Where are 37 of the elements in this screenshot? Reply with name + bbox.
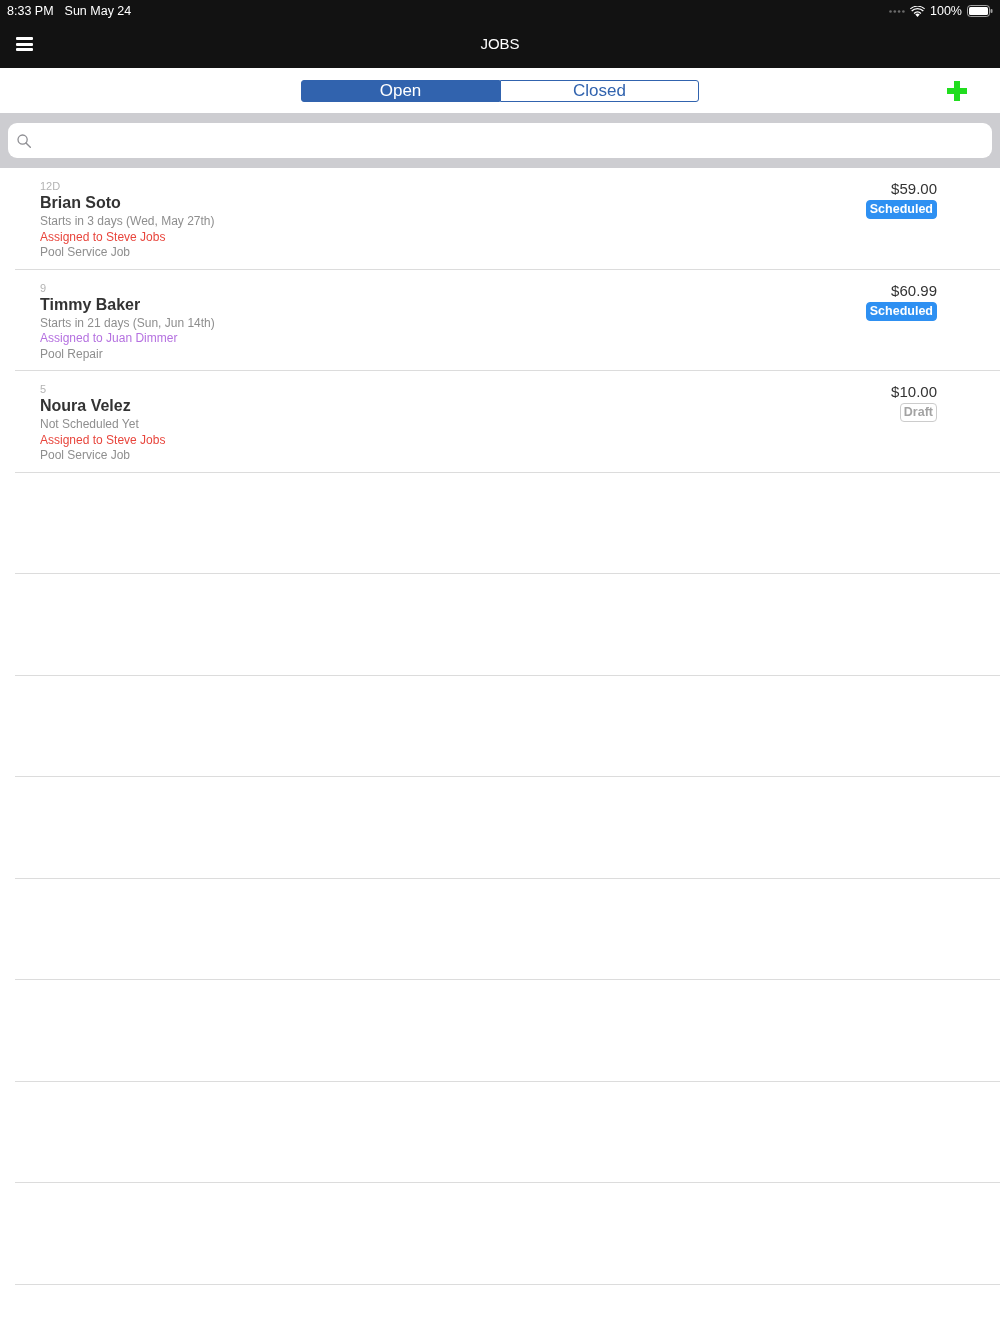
status-badge: Scheduled [865,200,937,219]
add-icon[interactable] [947,80,967,101]
job-price: $59.00 [891,180,937,198]
assignee-text: Assigned to Steve Jobs [40,432,166,448]
assignee-text: Assigned to Juan Dimmer [40,331,179,347]
status-time: 8:33 PM [7,3,54,19]
signal-dots-icon [889,9,905,13]
nav-title: JOBS [480,35,520,53]
customer-name: Brian Soto [40,193,122,213]
job-number: 12D [40,179,62,193]
job-type: Pool Repair [40,346,104,362]
schedule-text: Starts in 3 days (Wed, May 27th) [40,214,215,230]
job-row[interactable]: 9 Timmy Baker Starts in 21 days (Sun, Jun 14th) Assigned to Juan Dimmer Pool Repair $60.99 Scheduled [15,269,1000,371]
schedule-text: Starts in 21 days (Sun, Jun 14th) [40,315,215,331]
customer-name: Timmy Baker [40,294,142,315]
menu-icon[interactable] [16,37,33,51]
job-row[interactable]: 5 Noura Velez Not Scheduled Yet Assigned to Steve Jobs Pool Service Job $10.00 Draft [15,371,1000,473]
status-badge: Scheduled [865,301,937,321]
job-row[interactable]: 12D Brian Soto Starts in 3 days (Wed, May 27th) Assigned to Steve Jobs Pool Service Job $59.00 Scheduled [15,168,1000,270]
job-price: $60.99 [891,281,937,300]
customer-name: Noura Velez [40,396,132,416]
job-number: 9 [40,280,48,295]
job-type: Pool Service Job [40,448,132,464]
assignee-text: Assigned to Steve Jobs [40,229,167,245]
battery-icon [967,5,993,17]
job-type: Pool Service Job [40,245,132,261]
search-field[interactable] [8,123,992,158]
schedule-text: Not Scheduled Yet [40,417,140,433]
job-price: $10.00 [891,383,937,401]
segment-tab[interactable]: Closed [500,79,699,102]
status-badge: Draft [899,403,937,422]
status-date: Sun May 24 [64,3,132,19]
wifi-icon [910,5,925,17]
job-number: 5 [40,382,48,396]
search-icon [17,133,31,148]
battery-percent: 100% [930,3,962,19]
segment-tab[interactable]: Open [301,79,500,102]
